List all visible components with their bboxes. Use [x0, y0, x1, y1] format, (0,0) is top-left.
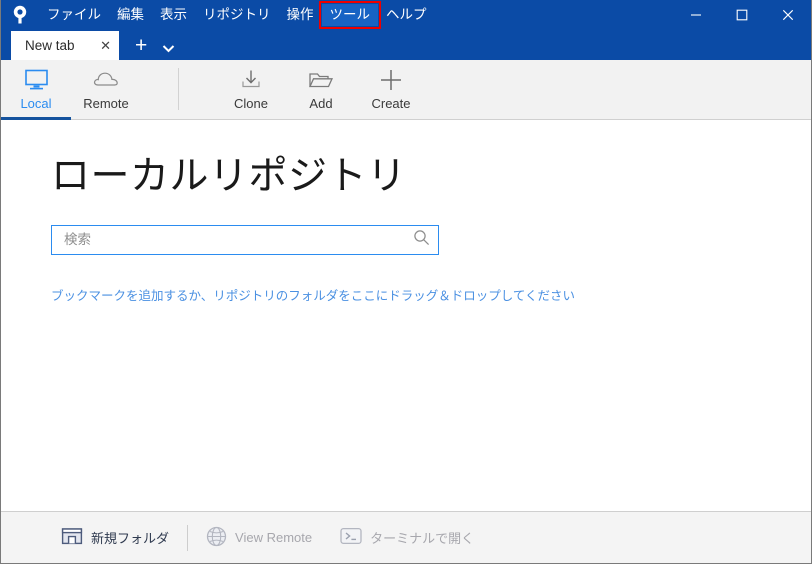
tab-close-icon[interactable]: ✕ [100, 39, 111, 52]
tab-label: New tab [25, 38, 75, 53]
view-remote-label: View Remote [235, 530, 313, 545]
toolbar-button-local[interactable]: Local [1, 60, 71, 120]
close-button[interactable] [765, 0, 811, 29]
window-controls [673, 0, 811, 29]
view-remote-button[interactable]: View Remote [192, 521, 326, 555]
toolbar-label-create: Create [371, 96, 411, 111]
menu-item-view[interactable]: 表示 [152, 4, 195, 26]
menu-bar: ファイル 編集 表示 リポジトリ 操作 ツール ヘルプ [39, 0, 435, 29]
menu-item-actions[interactable]: 操作 [279, 4, 322, 26]
monitor-icon [24, 68, 49, 92]
menu-item-file[interactable]: ファイル [39, 4, 109, 26]
toolbar-button-remote[interactable]: Remote [71, 60, 141, 119]
page-title: ローカルリポジトリ [51, 155, 407, 198]
search-icon[interactable] [413, 229, 430, 251]
toolbar-button-clone[interactable]: Clone [216, 60, 286, 119]
tab-new-tab[interactable]: New tab ✕ [11, 31, 119, 60]
open-terminal-button[interactable]: ターミナルで開く [326, 521, 488, 555]
folder-open-icon [308, 68, 334, 92]
cloud-icon [93, 68, 119, 92]
title-bar: ファイル 編集 表示 リポジトリ 操作 ツール ヘルプ [1, 0, 811, 29]
search-input[interactable] [64, 232, 413, 248]
new-folder-button[interactable]: 新規フォルダ [47, 521, 183, 555]
tab-strip: New tab ✕ + [1, 29, 811, 60]
new-folder-icon [61, 526, 83, 549]
drag-drop-hint-link[interactable]: ブックマークを追加するか、リポジトリのフォルダをここにドラッグ＆ドロップしてくだ… [51, 285, 811, 304]
minimize-icon [691, 13, 701, 16]
tab-list-button[interactable] [156, 44, 183, 60]
menu-item-edit[interactable]: 編集 [109, 4, 152, 26]
toolbar-gap-right [179, 60, 216, 119]
chevron-down-icon [163, 45, 175, 53]
app-logo [1, 0, 39, 29]
close-icon [782, 9, 794, 20]
toolbar-label-remote: Remote [83, 96, 129, 111]
terminal-icon [340, 527, 362, 548]
new-tab-button[interactable]: + [119, 35, 156, 60]
menu-item-help[interactable]: ヘルプ [378, 4, 435, 26]
main-content: ローカルリポジトリ ブックマークを追加するか、リポジトリのフォルダをここにドラッ… [1, 120, 811, 512]
open-terminal-label: ターミナルで開く [370, 531, 475, 546]
search-box[interactable] [51, 224, 439, 255]
toolbar-button-create[interactable]: Create [356, 60, 426, 119]
download-icon [239, 68, 263, 92]
toolbar-label-add: Add [309, 96, 333, 111]
menu-item-tools[interactable]: ツール [318, 0, 381, 29]
maximize-icon [736, 9, 748, 20]
maximize-button[interactable] [719, 0, 765, 29]
minimize-button[interactable] [673, 0, 719, 29]
toolbar-button-add[interactable]: Add [286, 60, 356, 119]
new-folder-label: 新規フォルダ [91, 531, 170, 546]
toolbar-gap-left [141, 60, 178, 119]
application-window: ファイル 編集 表示 リポジトリ 操作 ツール ヘルプ New tab ✕ + … [0, 0, 812, 564]
globe-icon [206, 526, 227, 550]
toolbar-label-clone: Clone [234, 96, 268, 111]
bottom-separator [187, 524, 189, 551]
bottom-action-bar: 新規フォルダ View Remote ターミナルで開く [1, 511, 811, 563]
toolbar-label-local: Local [20, 96, 52, 111]
menu-item-repository[interactable]: リポジトリ [195, 4, 279, 26]
sourcetree-logo-icon [13, 5, 27, 23]
main-toolbar: Local Remote Clone Add Create [1, 60, 811, 120]
plus-icon [379, 68, 403, 92]
